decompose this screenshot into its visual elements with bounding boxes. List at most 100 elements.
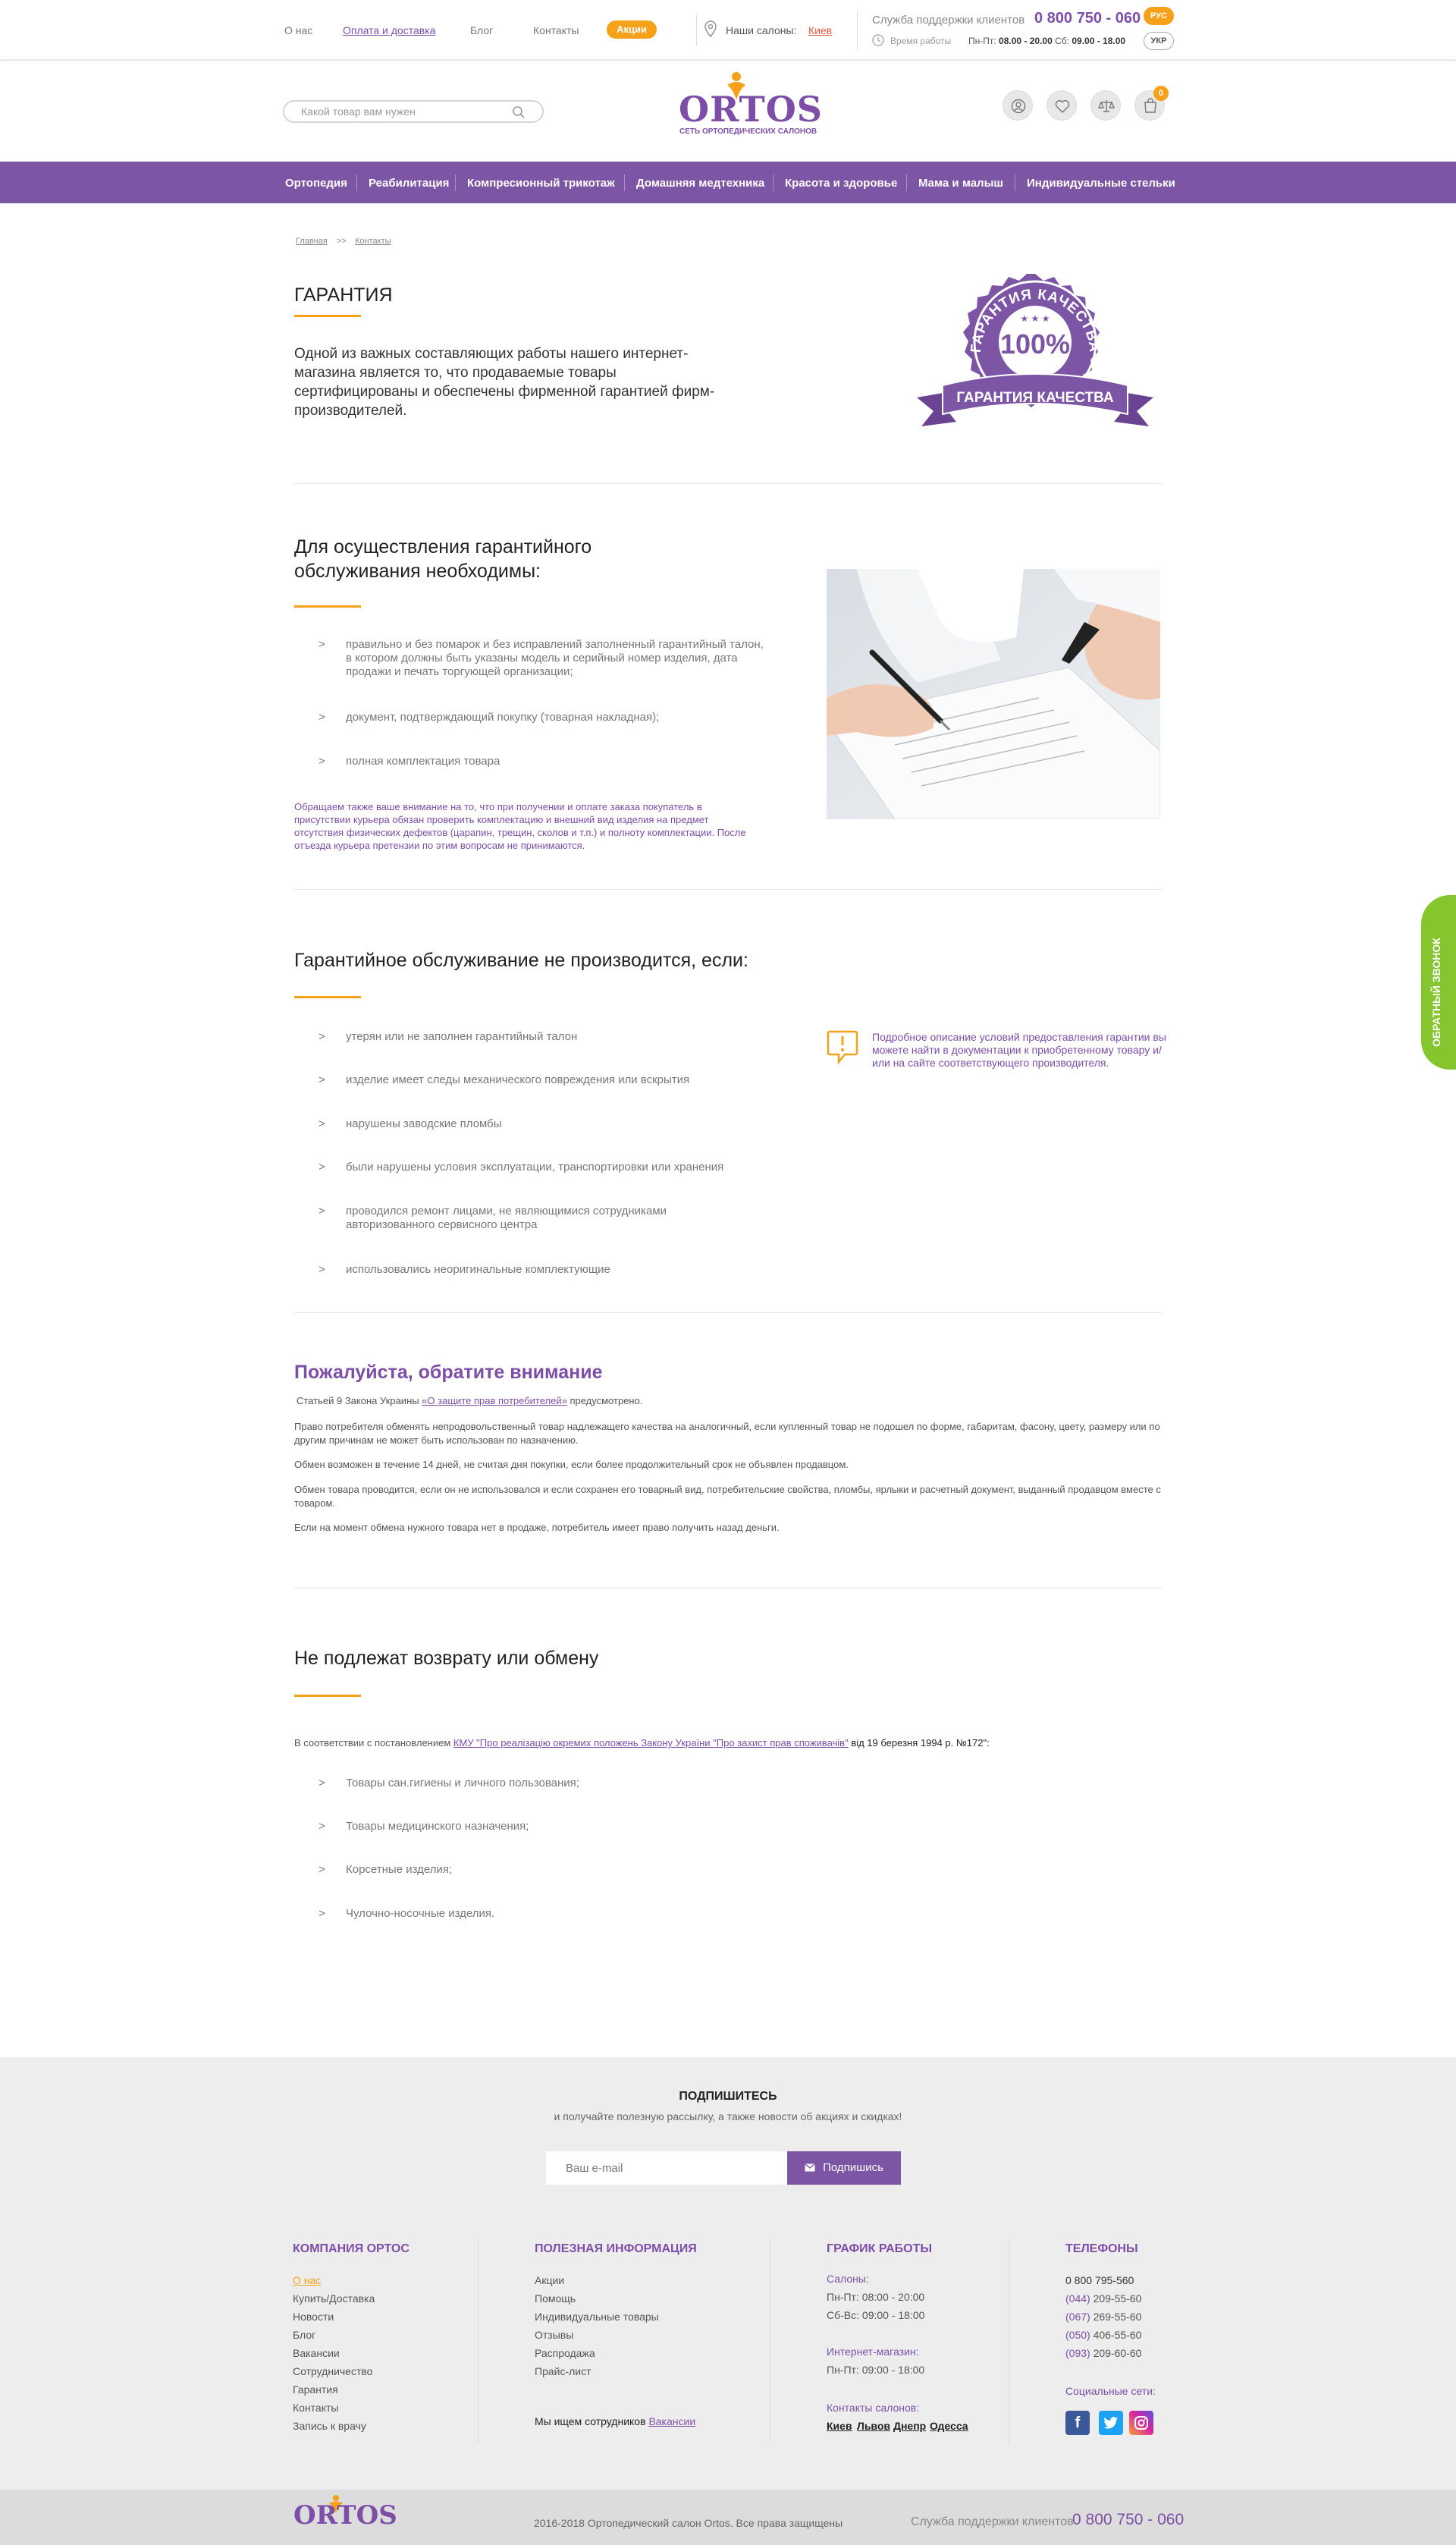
no-return-intro: В соответствии с постановлением КМУ "Про… <box>294 1736 1166 1750</box>
logo-subtitle: СЕТЬ ОРТОПЕДИЧЕСКИХ САЛОНОВ <box>679 127 817 136</box>
callback-button[interactable]: ОБРАТНЫЙ ЗВОНОК <box>1421 895 1456 1070</box>
city-link-lviv[interactable]: Львов <box>857 2420 890 2432</box>
subscribe-description: и получайте полезную рассылку, а также н… <box>554 2110 902 2122</box>
bullet: > <box>318 1205 325 1218</box>
list-item-text: Товары медицинского назначения; <box>346 1820 529 1833</box>
footer-link[interactable]: Акции <box>535 2274 564 2286</box>
twitter-icon[interactable] <box>1099 2411 1123 2435</box>
phone-link[interactable]: (044) 209-55-60 <box>1065 2292 1141 2305</box>
salon-contacts-label: Контакты салонов: <box>827 2402 920 2414</box>
nav-insoles[interactable]: Индивидуальные стельки <box>1027 177 1175 190</box>
callback-label: ОБРАТНЫЙ ЗВОНОК <box>1430 938 1442 1047</box>
hours-label: Время работы <box>890 36 952 46</box>
instagram-icon[interactable] <box>1129 2411 1153 2435</box>
phone-code: 0 800 <box>1065 2274 1093 2286</box>
list-item-text: использовались неоригинальные комплектую… <box>346 1263 610 1276</box>
subscribe-title: ПОДПИШИТЕСЬ <box>679 2090 777 2103</box>
bag-icon <box>1144 98 1156 113</box>
footer-link[interactable]: Гарантия <box>293 2383 338 2396</box>
footer-jobs-link[interactable]: Вакансии <box>648 2415 695 2427</box>
facebook-icon[interactable]: f <box>1065 2411 1090 2435</box>
top-link-blog[interactable]: Блог <box>470 24 493 36</box>
phone-code: (050) <box>1065 2329 1090 2341</box>
phone-link[interactable]: 0 800 795-560 <box>1065 2274 1134 2286</box>
footer-logo[interactable]: ORTOS <box>293 2500 397 2531</box>
user-icon <box>1011 99 1026 114</box>
bullet: > <box>318 1820 325 1833</box>
account-button[interactable] <box>1003 90 1033 121</box>
bullet: > <box>318 1030 325 1043</box>
consumer-rights-link[interactable]: «О защите прав потребителей» <box>422 1395 567 1406</box>
footer-link[interactable]: О нас <box>293 2274 321 2286</box>
footer-phones-title: ТЕЛЕФОНЫ <box>1065 2242 1138 2255</box>
footer-link[interactable]: Купить/Доставка <box>293 2292 375 2305</box>
divider <box>857 11 858 50</box>
nav-home-medtech[interactable]: Домашняя медтехника <box>636 177 764 190</box>
section-divider <box>294 483 1162 484</box>
footer-link[interactable]: Новости <box>293 2311 334 2323</box>
footer-company-title: КОМПАНИЯ ОРТОС <box>293 2242 410 2255</box>
email-input[interactable] <box>546 2151 787 2185</box>
footer-link[interactable]: Вакансии <box>293 2347 340 2359</box>
map-pin-icon <box>704 20 717 37</box>
copyright: 2016-2018 Ортопедический салон Ortos. Вс… <box>534 2517 843 2529</box>
city-selector[interactable]: Киев <box>808 24 832 36</box>
city-link-odesa[interactable]: Одесса <box>930 2420 968 2432</box>
breadcrumb-contacts[interactable]: Контакты <box>355 237 391 246</box>
phone-link[interactable]: (050) 406-55-60 <box>1065 2329 1141 2341</box>
footer-link[interactable]: Отзывы <box>535 2329 573 2341</box>
nav-compression[interactable]: Компресионный трикотаж <box>467 177 615 190</box>
salons-hours: Пн-Пт: 08:00 - 20:00 <box>827 2291 925 2303</box>
intro-text: В соответствии с постановлением <box>294 1737 453 1749</box>
nav-mother-baby[interactable]: Мама и малыш <box>918 177 1003 190</box>
title-underline <box>294 1695 361 1697</box>
city-link-kyiv[interactable]: Киев <box>827 2420 852 2432</box>
bullet: > <box>318 1263 325 1276</box>
phone-link[interactable]: (067) 269-55-60 <box>1065 2311 1141 2323</box>
list-item-text: Чулочно-носочные изделия. <box>346 1907 495 1920</box>
kmu-resolution-link[interactable]: КМУ "Про реалізацію окремих положень Зак… <box>453 1737 849 1749</box>
attention-title: Пожалуйста, обратите внимание <box>294 1362 603 1383</box>
phone-link[interactable]: (093) 209-60-60 <box>1065 2347 1141 2359</box>
support-label: Служба поддержки клиентов <box>872 14 1025 27</box>
top-link-delivery[interactable]: Оплата и доставка <box>343 24 435 36</box>
footer-link[interactable]: Индивидуальные товары <box>535 2311 659 2323</box>
main-nav: Ортопедия Реабилитация Компресионный три… <box>0 162 1456 203</box>
footer-schedule-title: ГРАФИК РАБОТЫ <box>827 2242 933 2255</box>
intro-text: предусмотрено. <box>566 1395 643 1406</box>
search-icon[interactable] <box>512 105 526 119</box>
nav-rehabilitation[interactable]: Реабилитация <box>369 177 449 190</box>
footer-link[interactable]: Контакты <box>293 2402 338 2414</box>
footer-link[interactable]: Блог <box>293 2329 315 2341</box>
search-input[interactable] <box>301 102 513 121</box>
city-link-dnipro[interactable]: Днепр <box>893 2420 926 2432</box>
logo[interactable]: ORTOS <box>679 89 823 130</box>
phone-code: (044) <box>1065 2292 1090 2305</box>
wishlist-button[interactable] <box>1046 90 1077 121</box>
nav-divider <box>906 174 907 191</box>
lang-ru-button[interactable]: РУС <box>1144 7 1174 25</box>
quality-seal-icon: 100% ГАРАНТИЯ КАЧЕСТВА ★ ★ ★ ГАРАНТИЯ КА… <box>917 274 1153 426</box>
lang-ua-button[interactable]: УКР <box>1144 32 1174 50</box>
phone-number: 209-60-60 <box>1093 2347 1142 2359</box>
top-link-about[interactable]: О нас <box>284 24 312 36</box>
nav-orthopedics[interactable]: Ортопедия <box>285 177 347 190</box>
footer-link[interactable]: Помощь <box>535 2292 576 2305</box>
support-phone[interactable]: 0 800 750 - 060 <box>1034 10 1141 27</box>
nav-divider <box>773 174 774 191</box>
nav-divider <box>624 174 625 191</box>
phone-number: 406-55-60 <box>1093 2329 1142 2341</box>
promo-badge[interactable]: Акции <box>607 20 657 39</box>
subscribe-button[interactable]: Подпишись <box>787 2151 901 2185</box>
bottom-support-phone[interactable]: 0 800 750 - 060 <box>1072 2511 1184 2529</box>
breadcrumb-home[interactable]: Главная <box>296 237 328 246</box>
courier-note: Обращаем также ваше внимание на то, что … <box>294 801 746 851</box>
nav-beauty-health[interactable]: Красота и здоровье <box>785 177 897 190</box>
compare-button[interactable] <box>1090 90 1121 121</box>
footer-link[interactable]: Прайс-лист <box>535 2365 592 2377</box>
footer-link[interactable]: Распродажа <box>535 2347 595 2359</box>
footer-link[interactable]: Сотрудничество <box>293 2365 372 2377</box>
footer-link[interactable]: Запись к врачу <box>293 2420 366 2432</box>
top-link-contacts[interactable]: Контакты <box>533 24 579 36</box>
bullet: > <box>318 755 325 768</box>
